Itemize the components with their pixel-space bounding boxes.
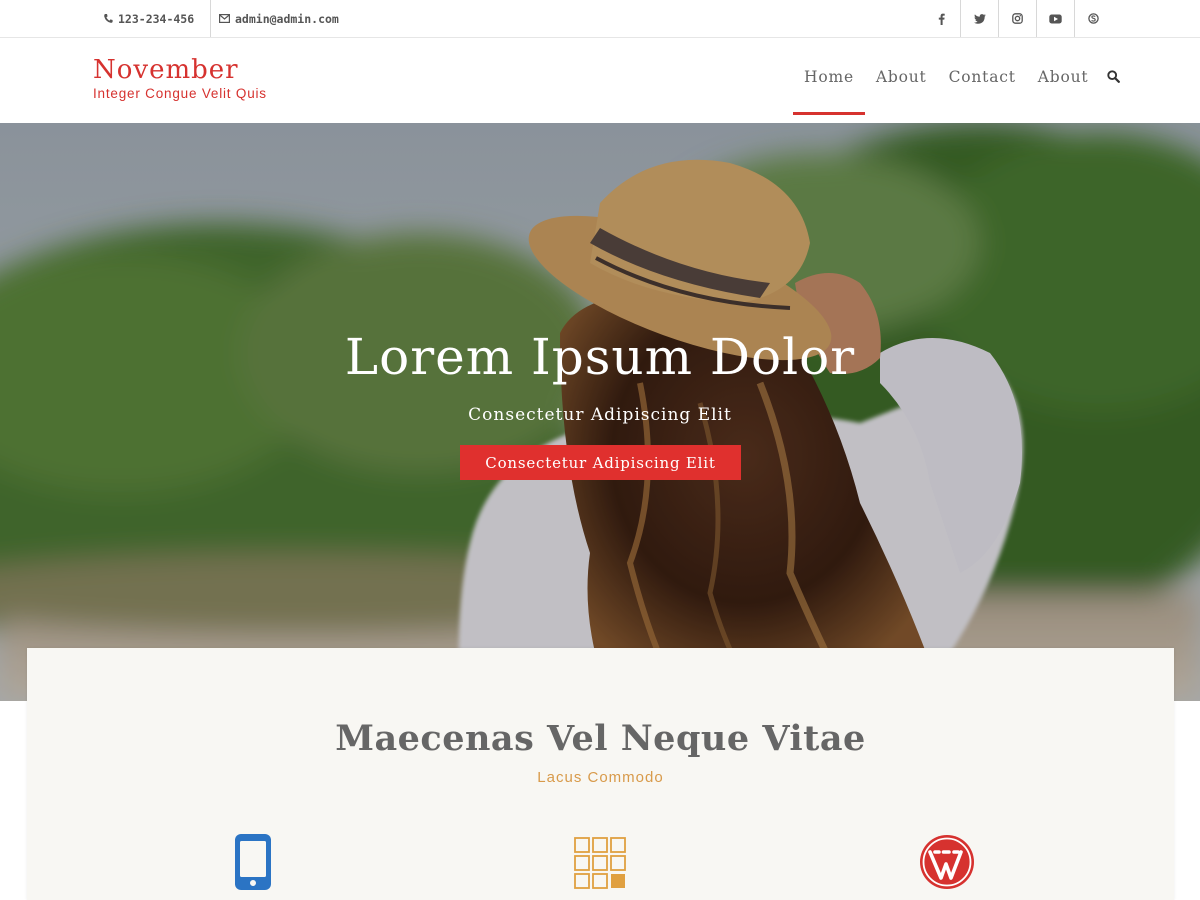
instagram-icon[interactable] bbox=[998, 0, 1036, 37]
hero-banner: Lorem Ipsum Dolor Consectetur Adipiscing… bbox=[0, 123, 1200, 701]
site-title[interactable]: November bbox=[93, 55, 239, 85]
hero-title: Lorem Ipsum Dolor bbox=[344, 328, 856, 386]
features-subtitle: Lacus Commodo bbox=[537, 769, 664, 786]
features-section: Maecenas Vel Neque Vitae Lacus Commodo bbox=[27, 648, 1174, 900]
twitter-icon[interactable] bbox=[960, 0, 998, 37]
hero-subtitle: Consectetur Adipiscing Elit bbox=[468, 405, 732, 425]
email-address: admin@admin.com bbox=[235, 11, 339, 26]
topbar-email[interactable]: admin@admin.com bbox=[219, 0, 339, 37]
nav-item-home[interactable]: Home bbox=[793, 38, 865, 115]
grid-icon bbox=[574, 837, 626, 893]
mobile-phone-icon bbox=[234, 833, 272, 895]
main-nav: Home About Contact About bbox=[793, 38, 1121, 123]
facebook-icon[interactable] bbox=[922, 0, 960, 37]
wordpress-icon bbox=[919, 834, 975, 894]
nav-item-contact[interactable]: Contact bbox=[938, 38, 1027, 115]
search-icon[interactable] bbox=[1099, 38, 1121, 115]
topbar: 123-234-456 admin@admin.com bbox=[0, 0, 1200, 38]
site-tagline: Integer Congue Velit Quis bbox=[93, 86, 267, 101]
nav-item-about-2[interactable]: About bbox=[1027, 38, 1100, 115]
skype-icon[interactable] bbox=[1074, 0, 1112, 37]
topbar-phone[interactable]: 123-234-456 bbox=[103, 0, 212, 37]
phone-number: 123-234-456 bbox=[118, 11, 195, 26]
envelope-icon bbox=[219, 14, 230, 23]
features-title: Maecenas Vel Neque Vitae bbox=[335, 718, 866, 759]
hero-cta-button[interactable]: Consectetur Adipiscing Elit bbox=[460, 445, 741, 480]
nav-item-about[interactable]: About bbox=[865, 38, 938, 115]
youtube-icon[interactable] bbox=[1036, 0, 1074, 37]
phone-icon bbox=[103, 13, 113, 24]
social-links bbox=[922, 0, 1112, 37]
site-header: November Integer Congue Velit Quis Home … bbox=[0, 38, 1200, 123]
